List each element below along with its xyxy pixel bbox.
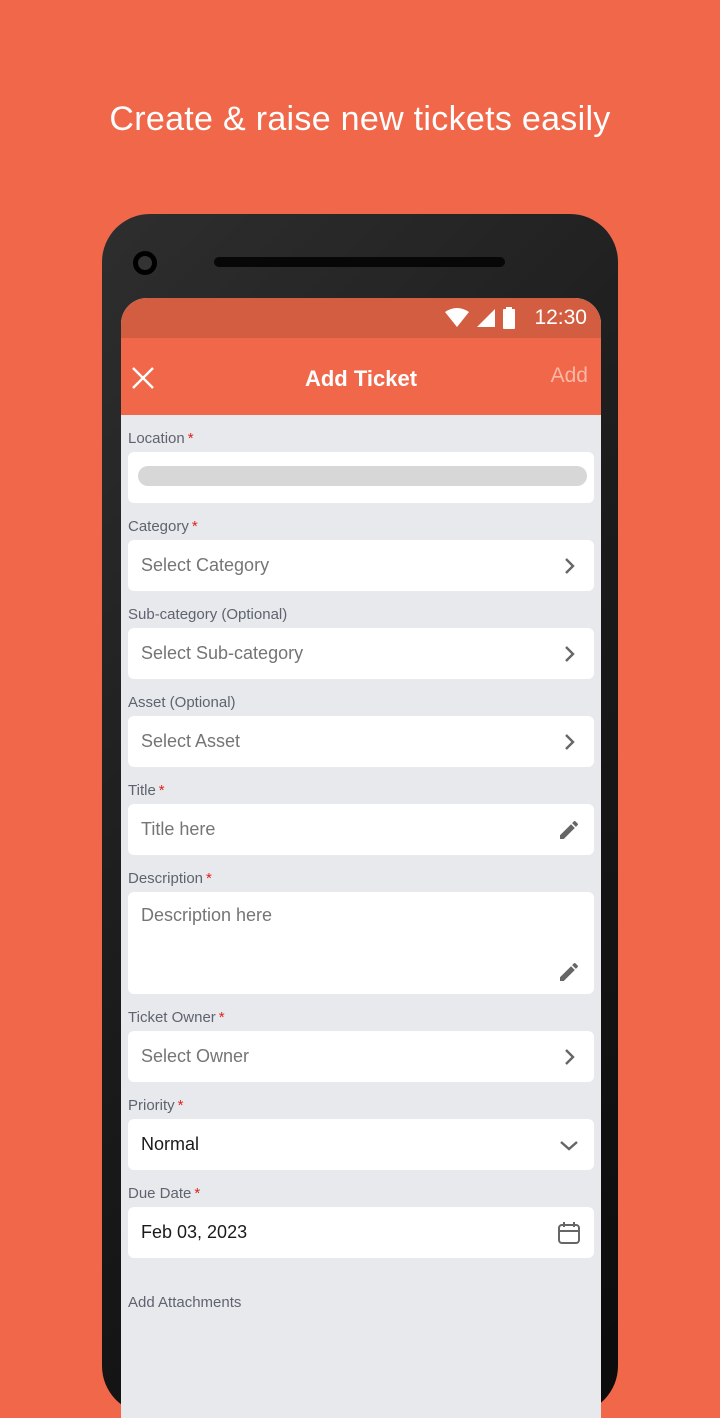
due-date-label: Due Date * [128,1185,201,1202]
headline: Create & raise new tickets easily [109,100,611,138]
category-field[interactable]: Select Category [128,540,594,591]
asset-field[interactable]: Select Asset [128,716,594,767]
description-input[interactable]: Description here [128,892,594,994]
status-time: 12:30 [534,306,587,329]
asset-label: Asset (Optional) [128,694,236,711]
add-button[interactable]: Add [551,364,588,388]
priority-select[interactable]: Normal [128,1119,594,1170]
loading-placeholder [138,466,587,486]
category-label: Category * [128,518,198,535]
due-date-field[interactable]: Feb 03, 2023 [128,1207,594,1258]
chevron-right-icon [557,554,581,578]
pencil-icon [557,818,581,842]
camera [133,251,157,275]
wifi-icon [445,308,470,327]
battery-icon [503,307,516,329]
phone-screen: 12:30 Add Ticket Add Location * Category *… [121,298,601,1418]
chevron-right-icon [557,730,581,754]
attachments-label: Add Attachments [128,1294,242,1311]
chevron-right-icon [557,1045,581,1069]
owner-field[interactable]: Select Owner [128,1031,594,1082]
owner-label: Ticket Owner * [128,1009,225,1026]
title-label: Title * [128,782,165,799]
location-label: Location * [128,430,194,447]
status-bar: 12:30 [121,298,601,338]
chevron-right-icon [557,642,581,666]
speaker [214,257,505,267]
app-bar: Add Ticket Add [121,338,601,415]
signal-icon [477,309,496,327]
subcategory-label: Sub-category (Optional) [128,606,288,623]
ticket-form: Location * Category * Select Category Sub-… [121,430,601,1311]
description-label: Description * [128,870,212,887]
calendar-icon [557,1221,581,1245]
priority-label: Priority * [128,1097,184,1114]
page-title: Add Ticket [304,366,418,391]
pencil-icon [557,960,581,984]
location-field[interactable] [128,452,594,503]
chevron-down-icon [557,1133,581,1157]
subcategory-field[interactable]: Select Sub-category [128,628,594,679]
title-input[interactable]: Title here [128,804,594,855]
phone-frame: 12:30 Add Ticket Add Location * Category *… [102,214,618,1418]
